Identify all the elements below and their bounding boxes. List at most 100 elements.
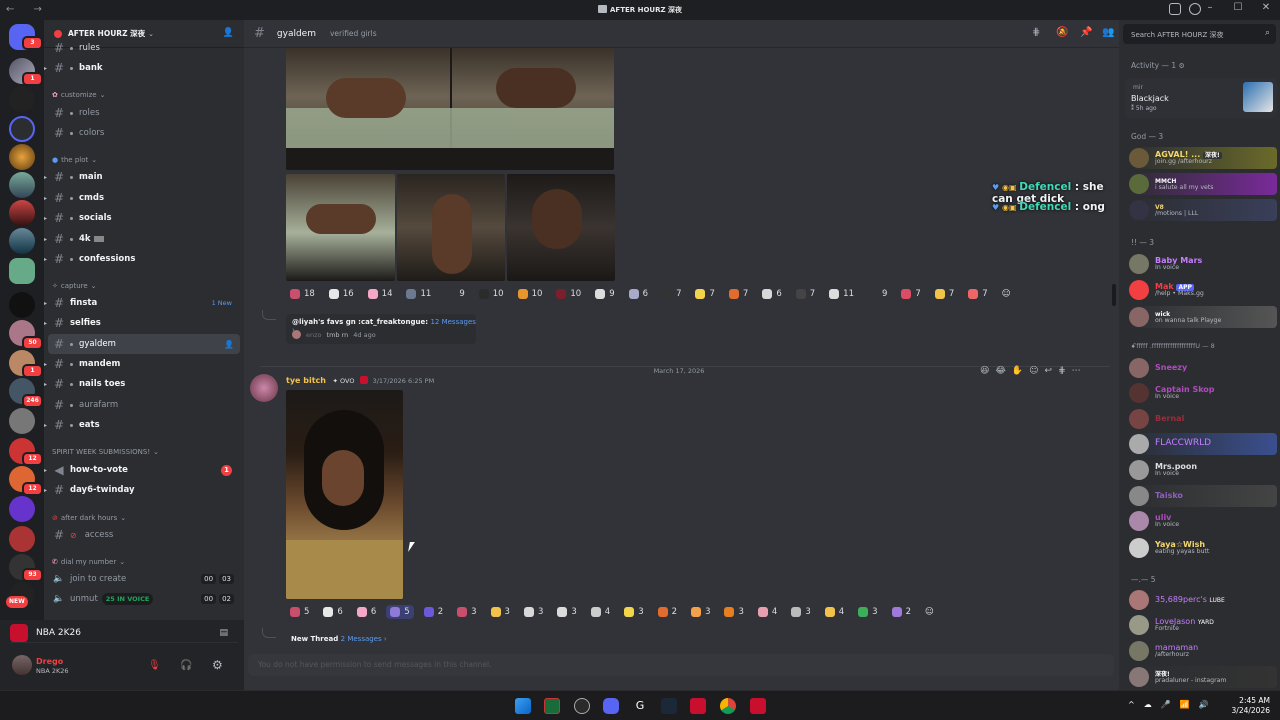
system-tray-icons[interactable]: ^☁🎤📶🔊 [1128, 700, 1218, 709]
member-row[interactable]: mamaman/afterhourz [1129, 640, 1277, 662]
voice-join-to-create[interactable]: 🔈 join to create 00 03 [48, 569, 240, 589]
in-voice-pill[interactable]: 25 IN VOICE [101, 593, 154, 605]
avatar[interactable] [250, 374, 278, 402]
category-the-plot[interactable]: ● the plot ⌄ [52, 156, 97, 164]
thread-message-count[interactable]: 2 Messages › [341, 635, 387, 643]
close-button[interactable]: ✕ [1252, 2, 1280, 13]
start-windows-icon[interactable] [515, 698, 531, 714]
channel-cmds[interactable]: ▸ # cmds [44, 188, 240, 208]
channel-confessions[interactable]: ▸ # confessions [44, 249, 240, 269]
reaction-chip[interactable]: 3 [553, 605, 580, 619]
reaction-chip[interactable]: 7 [792, 287, 819, 301]
reaction-chip[interactable]: 9 [864, 287, 891, 301]
maximize-button[interactable]: ☐ [1224, 2, 1252, 13]
channel-4k[interactable]: ▸ #4k [44, 229, 240, 249]
react-emoji-icon[interactable]: 😆 [980, 366, 989, 376]
server-icon[interactable] [9, 526, 35, 552]
channel-finsta[interactable]: ▸ # finsta 1 New [44, 293, 240, 313]
headphones-icon[interactable]: 🎧 [180, 660, 192, 671]
reaction-chip[interactable]: 3 [453, 605, 480, 619]
category-after-dark[interactable]: ⊘ after dark hours ⌄ [52, 514, 126, 522]
steam-icon[interactable] [661, 698, 677, 714]
reaction-chip[interactable]: 14 [364, 287, 397, 301]
app-icon[interactable] [574, 698, 590, 714]
reaction-chip[interactable]: 7 [897, 287, 924, 301]
reaction-chip[interactable]: 7 [964, 287, 991, 301]
pin-icon[interactable]: 📌 [1080, 27, 1092, 38]
channel-socials[interactable]: ▸ # socials [44, 208, 240, 228]
category-dial[interactable]: ✆ dial my number ⌄ [52, 558, 125, 566]
reaction-chip[interactable]: 3 [620, 605, 647, 619]
channel-day6-twinday[interactable]: ▸ # day6-twinday [44, 480, 240, 500]
activity-card[interactable]: mir Blackjack ⁑ 5h ago [1125, 78, 1277, 118]
reaction-chip[interactable]: 6 [625, 287, 652, 301]
member-row[interactable]: LoveJason YARD Fortnite [1129, 614, 1277, 636]
reaction-chip[interactable]: 6 [758, 287, 785, 301]
server-icon[interactable] [9, 496, 35, 522]
voice-unmute[interactable]: 🔈 unmut 25 IN VOICE 00 02 [48, 589, 240, 609]
message-image[interactable] [507, 174, 615, 281]
reaction-chip[interactable]: 2 [654, 605, 681, 619]
member-row[interactable]: V8/motions | LLL [1129, 199, 1277, 221]
member-row[interactable]: Bernal [1129, 408, 1277, 430]
member-row[interactable]: wick on wanna talk Playge [1129, 306, 1277, 328]
server-icon[interactable] [9, 144, 35, 170]
avatar[interactable] [12, 655, 32, 675]
reaction-chip[interactable]: 18 [286, 287, 319, 301]
nba2k-icon[interactable] [750, 698, 766, 714]
channel-bank[interactable]: ▸ # bank [44, 58, 240, 78]
category-capture[interactable]: ✧ capture ⌄ [52, 282, 97, 290]
react-emoji-icon[interactable]: 😂 [995, 366, 1006, 376]
reaction-chip[interactable]: 7 [691, 287, 718, 301]
thread-icon[interactable]: ⋕ [1058, 366, 1066, 376]
channel-nails-toes[interactable]: ▸ # nails toes [44, 374, 240, 394]
inbox-icon[interactable] [1169, 3, 1181, 15]
g-app-icon[interactable]: G [632, 698, 648, 714]
member-row[interactable]: 深夜! pradaluner - instagram [1129, 666, 1277, 688]
member-row[interactable]: 35,689perc's LUBE [1129, 589, 1277, 611]
threads-icon[interactable]: ⋕ [1032, 27, 1040, 38]
terminal-icon[interactable] [544, 698, 560, 714]
thread-preview[interactable]: New Thread 2 Messages › [286, 632, 486, 650]
notification-muted-icon[interactable]: 🔕 [1056, 27, 1068, 38]
member-row[interactable]: Mak APP/help • Maks.gg [1129, 279, 1277, 301]
server-icon[interactable] [9, 200, 35, 226]
scrollbar-thumb[interactable] [1112, 284, 1116, 306]
channel-rules[interactable]: # rules [48, 42, 240, 54]
reaction-chip[interactable]: 16 [325, 287, 358, 301]
category-customize[interactable]: ✿ customize ⌄ [52, 91, 105, 99]
channel-aurafarm[interactable]: # aurafarm [48, 395, 240, 415]
server-icon[interactable] [9, 292, 35, 318]
member-row[interactable]: Captain Skop In voice [1129, 382, 1277, 404]
reaction-chip[interactable]: 10 [475, 287, 508, 301]
reaction-chip[interactable]: 6 [353, 605, 380, 619]
reaction-chip[interactable]: 9 [591, 287, 618, 301]
server-icon[interactable] [9, 172, 35, 198]
invite-icon[interactable]: 👤 [224, 340, 234, 349]
mic-muted-icon[interactable]: 🎙 [148, 660, 161, 671]
reaction-chip[interactable]: 4 [821, 605, 848, 619]
react-emoji-icon[interactable]: ✋ [1012, 366, 1023, 376]
clock[interactable]: 2:45 AM 3/24/2026 [1232, 696, 1270, 716]
channel-main[interactable]: ▸ # main [44, 167, 240, 187]
reaction-chip[interactable]: 7 [658, 287, 685, 301]
reaction-chip[interactable]: 6 [319, 605, 346, 619]
reaction-chip[interactable]: 10 [552, 287, 585, 301]
discord-taskbar-icon[interactable] [603, 698, 619, 714]
member-list-icon[interactable]: 👥 [1102, 27, 1114, 38]
channel-access[interactable]: # ⊘ access [48, 525, 240, 545]
activity-panel-icon[interactable]: ▤ [219, 628, 228, 638]
message-image[interactable] [397, 174, 505, 281]
app-icon[interactable] [690, 698, 706, 714]
channel-eats[interactable]: ▸ # eats [44, 415, 240, 435]
server-icon[interactable] [9, 86, 35, 112]
member-row[interactable]: Mrs.poon In voice [1129, 459, 1277, 481]
reaction-chip[interactable]: 9 [441, 287, 468, 301]
member-row[interactable]: Taisko [1129, 485, 1277, 507]
channel-roles[interactable]: # roles [48, 103, 240, 123]
message-image[interactable] [286, 48, 614, 170]
minimize-button[interactable]: – [1196, 2, 1224, 13]
channel-colors[interactable]: # colors [48, 123, 240, 143]
add-reaction-icon[interactable]: ☺ [1029, 366, 1038, 376]
channel-gyaldem[interactable]: # gyaldem 👤 [48, 334, 240, 354]
